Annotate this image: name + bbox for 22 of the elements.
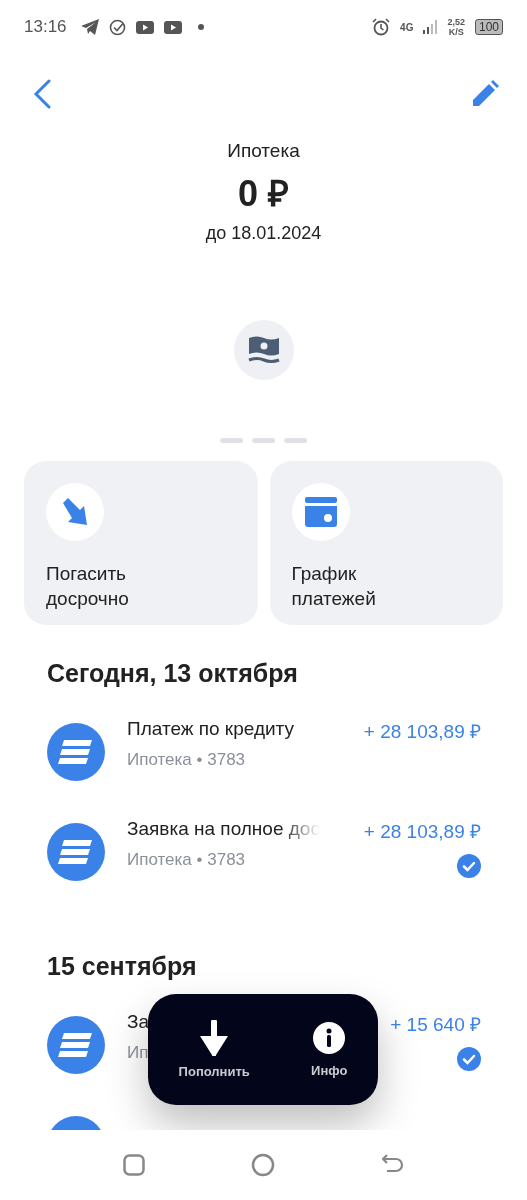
action-card[interactable]: Погасить досрочно (24, 461, 258, 625)
clock-time: 13:16 (24, 17, 67, 37)
date-heading: Сегодня, 13 октября (46, 659, 299, 688)
operation-title[interactable]: За (127, 1011, 150, 1033)
network-type: 4G (400, 21, 414, 33)
operation-subtitle: Ипотека • 3783 (127, 750, 247, 770)
operation-amount: + 28 103,89 ₽ (363, 720, 481, 744)
network-speed: 2,52 (447, 17, 465, 27)
operation-amount: + 15 640 ₽ (390, 1013, 481, 1037)
operation-subtitle: Ип (127, 1043, 150, 1063)
popup-button[interactable]: Инфо (305, 1020, 354, 1079)
due-date: до 18.01.2024 (205, 223, 322, 244)
battery-level: 100 (474, 19, 503, 35)
popup-button[interactable]: Пополнить (172, 1019, 256, 1080)
account-title: Ипотека (227, 140, 300, 162)
speed-unit: K/S (448, 27, 464, 37)
operation-amount: + 28 103,89 ₽ (363, 820, 481, 844)
action-card[interactable]: График платежей (269, 461, 503, 625)
operation-subtitle: Ипотека • 3783 (127, 850, 247, 870)
account-balance: 0 ₽ (238, 172, 289, 216)
operation-title[interactable]: Платеж по кредиту (127, 718, 294, 740)
date-heading: 15 сентября (46, 952, 198, 981)
